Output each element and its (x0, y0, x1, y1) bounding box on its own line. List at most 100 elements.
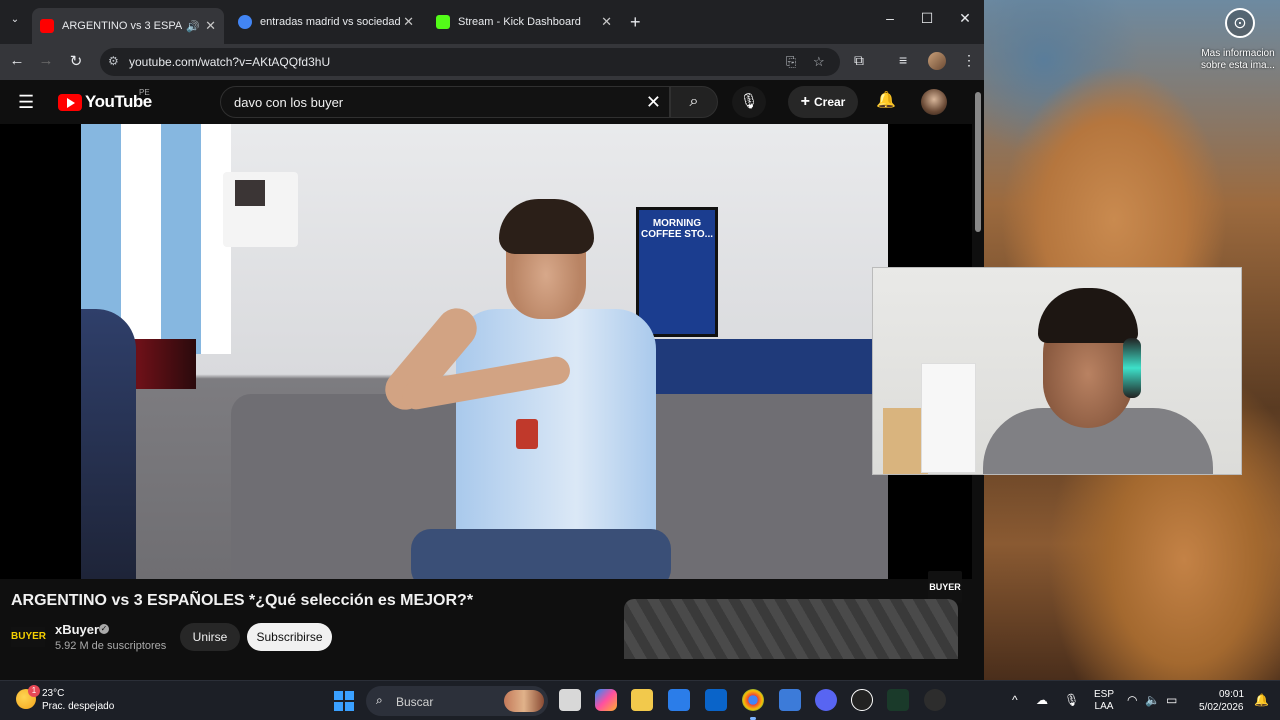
google-favicon-icon (238, 15, 252, 29)
search-label: Buscar (396, 695, 434, 709)
profile-avatar[interactable] (928, 52, 946, 73)
verified-check-icon: ✓ (99, 624, 109, 634)
tab-label: ARGENTINO vs 3 ESPAÑOL (62, 20, 182, 32)
language-indicator[interactable]: ESP LAA (1094, 689, 1114, 713)
close-tab-icon[interactable]: ✕ (601, 14, 612, 30)
microphone-tray-icon[interactable]: 🎙 (1064, 693, 1079, 707)
show-hidden-icons-chevron-icon[interactable]: ^ (1012, 693, 1018, 707)
clock-time[interactable]: 09:01 (1219, 689, 1244, 700)
search-input[interactable]: davo con los buyer ✕ (220, 86, 670, 118)
new-tab-button[interactable]: + (630, 12, 641, 33)
url-text[interactable]: youtube.com/watch?v=AKtAQQfd3hU (129, 55, 330, 69)
media-control-icon[interactable]: ≡ (899, 52, 907, 68)
search-highlight-image (504, 690, 544, 712)
maximize-button[interactable]: ☐ (915, 10, 939, 27)
channel-avatar[interactable]: BUYER (11, 627, 46, 647)
install-app-icon[interactable]: ⎘ (786, 54, 796, 70)
webcam-overlay (872, 267, 1242, 475)
hamburger-menu-icon[interactable]: ☰ (18, 92, 34, 113)
app-icon[interactable] (887, 689, 909, 711)
headset-icon (1123, 338, 1141, 398)
tab-search-chevron-icon[interactable]: ⌄ (6, 14, 24, 30)
close-tab-icon[interactable]: ✕ (205, 18, 216, 34)
youtube-favicon-icon (40, 19, 54, 33)
youtube-play-icon (58, 93, 82, 111)
volume-icon[interactable]: 🔈 (1145, 693, 1160, 707)
capcut-icon[interactable] (851, 689, 873, 711)
video-title: ARGENTINO vs 3 ESPAÑOLES *¿Qué selección… (11, 592, 474, 609)
battery-icon[interactable]: ▭ (1166, 693, 1177, 707)
person-spain-jersey (351, 199, 671, 579)
language-code: ESP (1094, 689, 1115, 700)
file-explorer-icon[interactable] (631, 689, 653, 711)
minimize-button[interactable]: – (878, 10, 902, 26)
tab-youtube[interactable]: ARGENTINO vs 3 ESPAÑOL 🔊 ✕ (32, 8, 224, 44)
bookmark-star-icon[interactable]: ☆ (813, 54, 825, 70)
notification-badge: 1 (28, 685, 40, 697)
subscriber-count: 5.92 M de suscriptores (55, 640, 167, 652)
search-icon: ⌕ (376, 693, 383, 707)
tab-entradas[interactable]: entradas madrid vs sociedad - B ✕ (230, 8, 422, 36)
notepad-icon[interactable] (779, 689, 801, 711)
close-window-button[interactable]: ✕ (953, 10, 977, 27)
audio-playing-icon[interactable]: 🔊 (186, 20, 200, 33)
notification-bell-icon[interactable]: 🔔 (1254, 693, 1269, 707)
microphone-icon[interactable]: 🎙 (732, 86, 766, 118)
menu-kebab-icon[interactable]: ⋮ (962, 52, 976, 69)
onedrive-cloud-icon[interactable]: ☁ (1036, 693, 1048, 707)
create-label: Crear (813, 95, 846, 109)
browser-toolbar: ← → ↻ ⚙ youtube.com/watch?v=AKtAQQfd3hU … (0, 44, 984, 80)
create-button[interactable]: + Crear (788, 86, 858, 118)
notifications-bell-icon[interactable]: 🔔 (876, 90, 896, 110)
intercom (223, 172, 298, 247)
temperature[interactable]: 23°C (42, 688, 64, 699)
chrome-icon[interactable] (742, 689, 764, 720)
video-player[interactable]: MORNING COFFEE STO... BUYER (0, 124, 972, 603)
youtube-page: ☰ YouTube PE davo con los buyer ✕ ⌕ 🎙 + … (0, 80, 972, 680)
outlook-icon[interactable] (705, 689, 727, 711)
kick-favicon-icon (436, 15, 450, 29)
task-view-icon[interactable] (559, 689, 581, 711)
search-icon[interactable]: ⌕ (670, 86, 718, 118)
join-button[interactable]: Unirse (180, 623, 240, 651)
weather-description[interactable]: Prac. despejado (42, 701, 114, 712)
video-frame[interactable]: MORNING COFFEE STO... (81, 124, 888, 579)
tab-label: Stream - Kick Dashboard (458, 16, 581, 28)
browser-window: ⌄ ARGENTINO vs 3 ESPAÑOL 🔊 ✕ entradas ma… (0, 0, 984, 680)
scrollbar-thumb[interactable] (975, 92, 981, 232)
tab-bar: ⌄ ARGENTINO vs 3 ESPAÑOL 🔊 ✕ entradas ma… (0, 0, 984, 44)
extensions-icon[interactable]: ⧉ (854, 52, 864, 69)
search-query[interactable]: davo con los buyer (234, 95, 343, 110)
wallpaper-info-text[interactable]: Mas informacion sobre esta ima... (1196, 48, 1280, 72)
tab-kick[interactable]: Stream - Kick Dashboard ✕ (428, 8, 620, 36)
avatar[interactable] (921, 89, 947, 115)
subscribe-button[interactable]: Subscribirse (247, 623, 332, 651)
reload-icon[interactable]: ↻ (66, 52, 86, 70)
person-left (81, 309, 136, 579)
obs-icon[interactable] (924, 689, 946, 711)
taskbar-search[interactable]: ⌕ Buscar (366, 686, 548, 716)
plus-icon: + (800, 93, 810, 110)
channel-name[interactable]: xBuyer (55, 622, 99, 637)
forward-arrow-icon[interactable]: → (36, 52, 56, 69)
back-arrow-icon[interactable]: ← (7, 52, 27, 69)
address-bar[interactable]: ⚙ youtube.com/watch?v=AKtAQQfd3hU ⎘ ☆ (100, 48, 840, 76)
clock-date[interactable]: 5/02/2026 (1199, 702, 1244, 713)
youtube-logo[interactable]: YouTube PE (58, 88, 152, 112)
site-info-icon[interactable]: ⚙ (108, 54, 119, 68)
tab-label: entradas madrid vs sociedad - B (260, 16, 400, 28)
youtube-header: ☰ YouTube PE davo con los buyer ✕ ⌕ 🎙 + … (0, 80, 972, 124)
keyboard-layout: LAA (1094, 701, 1114, 712)
sidebar-banner[interactable] (624, 599, 958, 659)
blue-cabinet (621, 339, 888, 399)
store-icon[interactable] (668, 689, 690, 711)
wifi-icon[interactable]: ◠ (1127, 693, 1137, 707)
discord-icon[interactable] (815, 689, 837, 711)
copilot-icon[interactable] (595, 689, 617, 711)
close-tab-icon[interactable]: ✕ (403, 14, 414, 30)
clear-search-icon[interactable]: ✕ (646, 92, 661, 113)
windows-start-icon[interactable] (334, 691, 354, 711)
windows-taskbar: 1 23°C Prac. despejado ⌕ Buscar ^ ☁ 🎙 ES… (0, 680, 1280, 720)
camera-info-icon[interactable]: ⊙ (1225, 8, 1255, 38)
country-code: PE (139, 88, 150, 97)
